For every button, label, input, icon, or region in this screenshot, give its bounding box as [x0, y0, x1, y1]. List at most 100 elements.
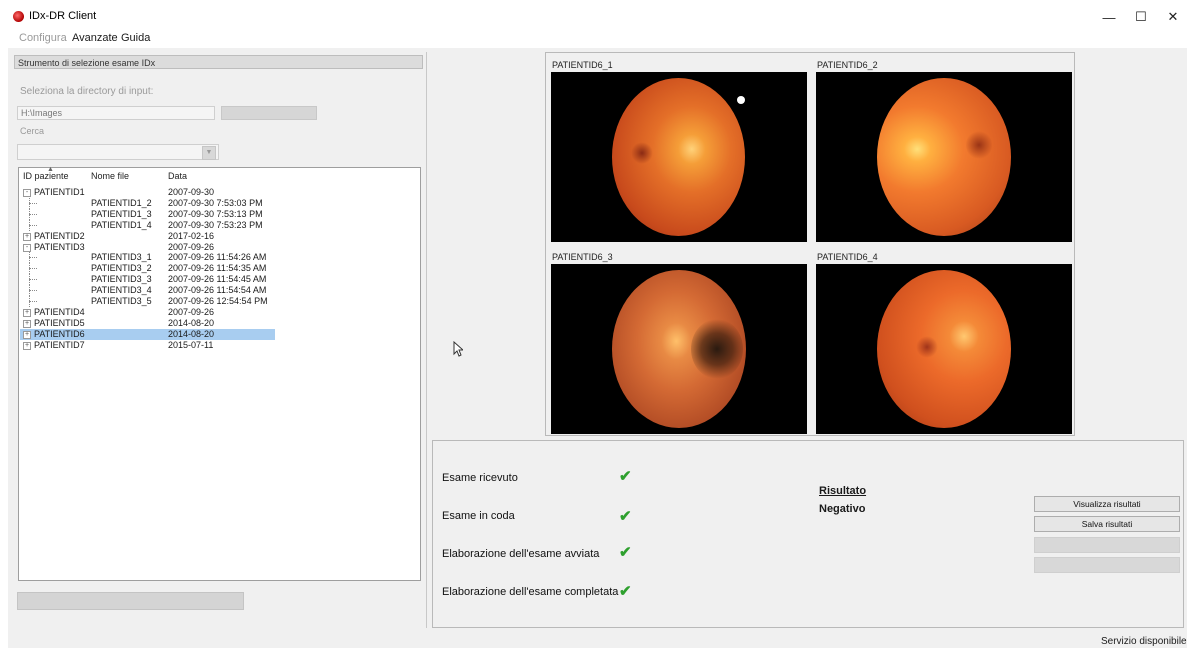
col-date[interactable]: Data [168, 171, 187, 181]
exam-date: 2007-09-30 7:53:23 PM [168, 219, 263, 230]
table-row[interactable]: + PATIENTID6 2014-08-20 [20, 328, 275, 340]
image-grid: PATIENTID6_1 PATIENTID6_2 PATIENTID6_3 P… [545, 52, 1075, 436]
image-label: PATIENTID6_2 [817, 60, 878, 70]
exam-date: 2007-09-26 11:54:35 AM [168, 263, 267, 274]
file-name: PATIENTID1_4 [91, 219, 152, 230]
image-tile-4[interactable]: PATIENTID6_4 [812, 246, 1074, 438]
patient-id: PATIENTID3 [34, 241, 85, 252]
exam-date: 2007-09-26 11:54:54 AM [168, 285, 267, 296]
table-row[interactable]: + PATIENTID5 2014-08-20 [20, 318, 420, 329]
table-row[interactable]: PATIENTID3_1 2007-09-26 11:54:26 AM [20, 252, 420, 264]
tree-connector [29, 213, 37, 215]
image-label: PATIENTID6_1 [552, 60, 613, 70]
table-row[interactable]: + PATIENTID4 2007-09-26 [20, 307, 420, 318]
tree-connector [29, 208, 30, 220]
table-row[interactable]: PATIENTID3_4 2007-09-26 11:54:54 AM [20, 285, 420, 297]
fundus-image [816, 72, 1072, 242]
file-name: PATIENTID3_2 [91, 263, 152, 274]
expand-icon[interactable]: + [23, 308, 31, 317]
tree-connector [29, 257, 37, 259]
exam-date: 2015-07-11 [168, 339, 214, 350]
collapse-icon[interactable]: - [23, 243, 31, 252]
image-tile-3[interactable]: PATIENTID6_3 [547, 246, 809, 438]
tree-connector [29, 301, 37, 302]
file-name: PATIENTID3_5 [91, 296, 152, 306]
menu-avanzate[interactable]: Avanzate [72, 32, 118, 44]
menu-configura[interactable]: Configura [19, 32, 67, 44]
patient-tree[interactable]: - PATIENTID1 2007-09-30 PATIENTID1_2 2007-09… [18, 167, 421, 581]
start-exam-button[interactable] [17, 592, 244, 610]
browse-button[interactable] [221, 106, 317, 120]
image-tile-1[interactable]: PATIENTID6_1 [547, 54, 809, 246]
table-row[interactable]: + PATIENTID7 2015-07-11 [20, 340, 420, 351]
patient-id: PATIENTID5 [34, 317, 85, 328]
exam-date: 2007-09-30 7:53:03 PM [168, 197, 263, 208]
exam-date: 2007-09-26 11:54:26 AM [168, 252, 267, 263]
file-name: PATIENTID3_4 [91, 285, 152, 296]
input-dir-field[interactable]: H:\Images [17, 106, 215, 120]
file-name: PATIENTID3_1 [91, 252, 152, 263]
mouse-cursor-icon [453, 341, 463, 357]
tree-connector [29, 263, 30, 275]
menu-guida[interactable]: Guida [121, 32, 150, 44]
tree-connector [29, 285, 30, 297]
step-queued-label: Esame in coda [442, 510, 515, 522]
result-value: Negativo [819, 503, 866, 515]
status-bar-text: Servizio disponibile [1101, 636, 1187, 647]
result-title: Risultato [819, 485, 867, 497]
step-received-label: Esame ricevuto [442, 472, 518, 484]
table-row[interactable]: PATIENTID3_3 2007-09-26 11:54:45 AM [20, 274, 420, 286]
table-row[interactable]: - PATIENTID1 2007-09-30 [20, 187, 420, 198]
tree-connector [29, 268, 37, 270]
tool-header: Strumento di selezione esame IDx [14, 55, 423, 69]
exam-date: 2014-08-20 [168, 328, 215, 339]
check-icon: ✔ [619, 468, 632, 485]
check-icon: ✔ [619, 544, 632, 561]
expand-icon[interactable]: + [23, 341, 31, 350]
col-patient-id[interactable]: ID paziente [23, 171, 69, 181]
tree-connector [29, 279, 37, 281]
save-results-button[interactable]: Salva risultati [1034, 516, 1180, 532]
table-row[interactable]: + PATIENTID2 2017-02-16 [20, 231, 420, 242]
search-select[interactable]: ▼ [17, 144, 219, 160]
fundus-image [551, 72, 807, 242]
exam-status-panel [432, 440, 1184, 628]
file-name: PATIENTID1_3 [91, 208, 152, 219]
exam-date: 2007-09-26 11:54:45 AM [168, 274, 267, 285]
tree-connector [29, 290, 37, 292]
step-completed-label: Elaborazione dell'esame completata [442, 586, 619, 598]
title-bar [0, 0, 1187, 32]
new-exam-button[interactable] [1034, 537, 1180, 553]
image-label: PATIENTID6_4 [817, 252, 878, 262]
table-row[interactable]: PATIENTID3_2 2007-09-26 11:54:35 AM [20, 263, 420, 275]
check-icon: ✔ [619, 508, 632, 525]
image-tile-2[interactable]: PATIENTID6_2 [812, 54, 1074, 246]
patient-id: PATIENTID6 [34, 328, 85, 339]
view-results-button[interactable]: Visualizza risultati [1034, 496, 1180, 512]
expand-icon[interactable]: + [23, 232, 31, 241]
table-row[interactable]: PATIENTID1_4 2007-09-30 7:53:23 PM [20, 219, 420, 231]
exam-date: 2007-09-26 [168, 306, 215, 317]
table-row[interactable]: - PATIENTID3 2007-09-26 [20, 242, 420, 253]
fundus-image [551, 264, 807, 434]
table-row[interactable]: PATIENTID3_5 2007-09-26 12:54:54 PM [20, 296, 420, 307]
exam-date: 2017-02-16 [168, 230, 215, 241]
image-label: PATIENTID6_3 [552, 252, 613, 262]
table-row[interactable]: PATIENTID1_2 2007-09-30 7:53:03 PM [20, 197, 420, 209]
tree-connector [29, 274, 30, 286]
patient-id: PATIENTID1 [34, 187, 85, 197]
collapse-icon[interactable]: - [23, 189, 31, 197]
check-icon: ✔ [619, 583, 632, 600]
input-dir-label: Seleziona la directory di input: [20, 86, 154, 97]
chevron-down-icon[interactable]: ▼ [202, 146, 216, 160]
col-file-name[interactable]: Nome file [91, 171, 129, 181]
step-started-label: Elaborazione dell'esame avviata [442, 548, 600, 560]
cancel-button[interactable] [1034, 557, 1180, 573]
tree-connector [29, 224, 37, 226]
expand-icon[interactable]: + [23, 319, 31, 328]
tree-connector [29, 219, 30, 231]
close-button[interactable]: ✕ [1151, 4, 1187, 30]
expand-icon[interactable]: + [23, 330, 31, 339]
exam-date: 2007-09-26 12:54:54 PM [168, 296, 268, 306]
table-row[interactable]: PATIENTID1_3 2007-09-30 7:53:13 PM [20, 208, 420, 220]
